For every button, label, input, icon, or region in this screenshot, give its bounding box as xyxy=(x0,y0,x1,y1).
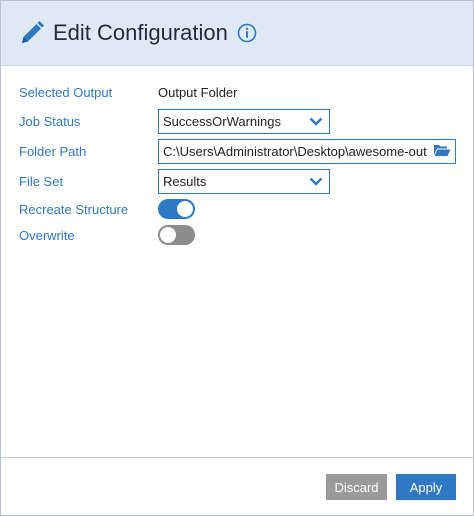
footer-divider xyxy=(1,457,473,458)
file-set-value: Results xyxy=(163,173,207,189)
dialog-header: Edit Configuration xyxy=(1,1,473,66)
overwrite-row: Overwrite xyxy=(19,222,195,248)
folder-path-input[interactable]: C:\Users\Administrator\Desktop\awesome-o… xyxy=(158,138,456,164)
selected-output-value: Output Folder xyxy=(158,84,238,100)
overwrite-label: Overwrite xyxy=(19,227,75,243)
discard-button[interactable]: Discard xyxy=(326,474,387,500)
toggle-knob xyxy=(160,227,176,243)
selected-output-row: Selected Output Output Folder xyxy=(19,79,238,105)
folder-path-row: Folder Path C:\Users\Administrator\Deskt… xyxy=(19,138,456,164)
file-set-select[interactable]: Results xyxy=(158,168,330,194)
chevron-down-icon xyxy=(309,114,323,129)
dialog-title: Edit Configuration xyxy=(53,20,228,45)
folder-open-icon[interactable] xyxy=(433,143,451,160)
chevron-down-icon xyxy=(309,174,323,189)
job-status-select[interactable]: SuccessOrWarnings xyxy=(158,108,330,134)
overwrite-toggle[interactable] xyxy=(158,225,195,245)
info-icon[interactable] xyxy=(237,23,257,43)
folder-path-value: C:\Users\Administrator\Desktop\awesome-o… xyxy=(163,143,427,159)
file-set-label: File Set xyxy=(19,173,64,189)
file-set-row: File Set Results xyxy=(19,168,330,194)
toggle-knob xyxy=(177,201,193,217)
pencil-icon xyxy=(19,20,45,46)
job-status-row: Job Status SuccessOrWarnings xyxy=(19,108,330,134)
folder-path-label: Folder Path xyxy=(19,143,87,159)
apply-button[interactable]: Apply xyxy=(396,474,456,500)
edit-configuration-dialog: Edit Configuration Selected Output Outpu… xyxy=(0,0,474,516)
selected-output-label: Selected Output xyxy=(19,84,113,100)
recreate-structure-label: Recreate Structure xyxy=(19,201,129,217)
recreate-structure-row: Recreate Structure xyxy=(19,196,195,222)
job-status-label: Job Status xyxy=(19,113,81,129)
job-status-value: SuccessOrWarnings xyxy=(163,113,281,129)
recreate-structure-toggle[interactable] xyxy=(158,199,195,219)
